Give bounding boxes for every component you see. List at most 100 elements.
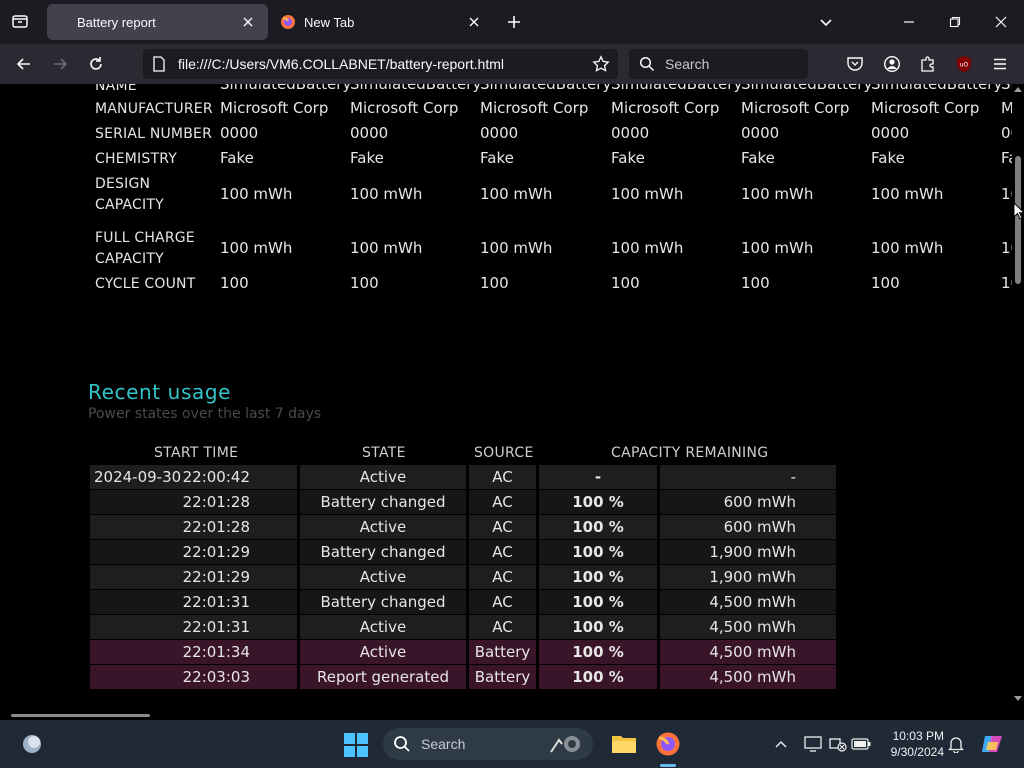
start-time: 22:01:28: [182, 493, 250, 511]
capacity-percent-cell: 100 %: [539, 615, 657, 639]
battery-row-value: 100: [350, 274, 379, 292]
battery-row-value: Fake: [480, 149, 514, 167]
start-time: 22:01:31: [182, 618, 250, 636]
start-time-cell: 22:01:31: [90, 615, 297, 639]
battery-row-value: 100 mWh: [350, 239, 423, 257]
start-time: 22:00:42: [182, 468, 250, 486]
show-hidden-icons-chevron-icon[interactable]: [771, 734, 791, 754]
battery-icon[interactable]: [851, 734, 871, 754]
firefox-view-icon[interactable]: [8, 9, 32, 33]
search-bar[interactable]: Search: [629, 49, 808, 79]
extensions-puzzle-icon[interactable]: [916, 52, 940, 76]
start-time: 22:01:31: [182, 593, 250, 611]
back-arrow-icon[interactable]: [12, 52, 36, 76]
active-app-indicator: [660, 764, 676, 767]
minimize-button[interactable]: [886, 0, 932, 44]
hamburger-menu-icon[interactable]: [988, 52, 1012, 76]
battery-row-value: Fake: [1001, 149, 1012, 167]
close-window-button[interactable]: [978, 0, 1024, 44]
horizontal-scrollbar[interactable]: [0, 712, 1012, 720]
restore-button[interactable]: [932, 0, 978, 44]
source-cell: AC: [469, 565, 536, 589]
battery-row-value: 0000: [480, 124, 519, 142]
scroll-down-arrow-icon[interactable]: [1014, 696, 1022, 702]
tab-label: Battery report: [77, 14, 156, 30]
start-date: 2024-09-30: [94, 468, 182, 486]
pocket-icon[interactable]: [843, 52, 867, 76]
recent-usage-subtitle: Power states over the last 7 days: [88, 406, 322, 422]
battery-row-value: Fake: [741, 149, 775, 167]
battery-name-label: NAME: [95, 84, 137, 94]
copilot-icon[interactable]: [980, 732, 1004, 756]
svg-text:uO: uO: [960, 62, 969, 69]
weather-widget-icon[interactable]: [20, 732, 44, 756]
battery-row-value: Microsoft Corp: [220, 99, 329, 117]
table-row: 22:01:29 Battery changed AC 100 % 1,900 mWh: [90, 540, 836, 564]
battery-row-value: 100: [220, 274, 249, 292]
battery-name-value: SimulatedBattery: [871, 84, 1003, 93]
display-icon[interactable]: [803, 734, 823, 754]
horizontal-scrollbar-thumb[interactable]: [11, 714, 150, 717]
close-tab-icon[interactable]: [464, 12, 484, 32]
windows-start-icon[interactable]: [343, 732, 369, 758]
taskbar-search-box[interactable]: Search: [383, 728, 593, 760]
state-cell: Active: [300, 465, 466, 489]
state-cell: Active: [300, 640, 466, 664]
search-icon: [393, 735, 411, 753]
account-icon[interactable]: [880, 52, 904, 76]
close-tab-icon[interactable]: [238, 12, 258, 32]
tab-new-tab[interactable]: New Tab: [270, 4, 494, 40]
battery-row-label-line2: CAPACITY: [95, 197, 164, 213]
network-icon[interactable]: [828, 734, 848, 754]
battery-row-value: 0000: [611, 124, 650, 142]
battery-row-value: Fake: [871, 149, 905, 167]
battery-row-value: 100 mWh: [871, 239, 944, 257]
forward-arrow-icon[interactable]: [48, 52, 72, 76]
url-text[interactable]: file:///C:/Users/VM6.COLLABNET/battery-r…: [178, 56, 590, 72]
url-bar[interactable]: file:///C:/Users/VM6.COLLABNET/battery-r…: [143, 49, 618, 79]
battery-row-value: 0000: [1001, 124, 1012, 142]
recent-usage-title: Recent usage: [88, 380, 232, 404]
battery-row-value: Microsoft Corp: [611, 99, 720, 117]
battery-row-value: 100 mWh: [611, 239, 684, 257]
bookmark-star-icon[interactable]: [590, 53, 612, 75]
start-time: 22:01:34: [182, 643, 250, 661]
battery-row-value: Fake: [350, 149, 384, 167]
capacity-percent-cell: 100 %: [539, 540, 657, 564]
ublock-origin-icon[interactable]: uO: [952, 52, 976, 76]
reload-icon[interactable]: [84, 52, 108, 76]
battery-row-value: 100 mWh: [480, 185, 553, 203]
windows-taskbar: Search 10:03 PM 9/30/2024: [0, 720, 1024, 768]
source-cell: AC: [469, 590, 536, 614]
firefox-taskbar-icon[interactable]: [652, 728, 684, 760]
battery-name-value: SimulatedBattery: [480, 84, 612, 93]
file-explorer-icon[interactable]: [608, 728, 640, 760]
battery-row-value: Microsoft Corp: [480, 99, 589, 117]
state-cell: Active: [300, 565, 466, 589]
search-highlight-icon: [547, 732, 583, 756]
new-tab-plus-icon[interactable]: [502, 10, 526, 34]
battery-row-value: 100 mWh: [220, 185, 293, 203]
vertical-scrollbar[interactable]: [1012, 84, 1024, 712]
scroll-up-arrow-icon[interactable]: [1014, 86, 1022, 92]
battery-name-value: SimulatedBattery: [1001, 84, 1012, 93]
battery-row-value: Microsoft Corp: [1001, 99, 1012, 117]
list-all-tabs-chevron-icon[interactable]: [814, 10, 838, 34]
battery-row-value: Microsoft Corp: [350, 99, 459, 117]
battery-row-value: 100 mWh: [480, 239, 553, 257]
taskbar-clock[interactable]: 10:03 PM 9/30/2024: [880, 728, 944, 760]
notifications-bell-icon[interactable]: [946, 734, 966, 754]
start-time-cell: 22:03:03: [90, 665, 297, 689]
state-cell: Report generated: [300, 665, 466, 689]
tab-battery-report[interactable]: Battery report: [47, 4, 268, 40]
table-row: 2024-09-30 22:00:42 Active AC - -: [90, 465, 836, 489]
battery-row-value: 100: [741, 274, 770, 292]
navigation-toolbar: file:///C:/Users/VM6.COLLABNET/battery-r…: [0, 44, 1024, 84]
vertical-scrollbar-thumb[interactable]: [1015, 156, 1021, 284]
tab-label: New Tab: [304, 14, 355, 30]
battery-row-label-line1: DESIGN: [95, 176, 151, 192]
capacity-percent-cell: 100 %: [539, 640, 657, 664]
battery-row-value: Microsoft Corp: [871, 99, 980, 117]
start-time: 22:01:29: [182, 568, 250, 586]
start-time: 22:01:28: [182, 518, 250, 536]
